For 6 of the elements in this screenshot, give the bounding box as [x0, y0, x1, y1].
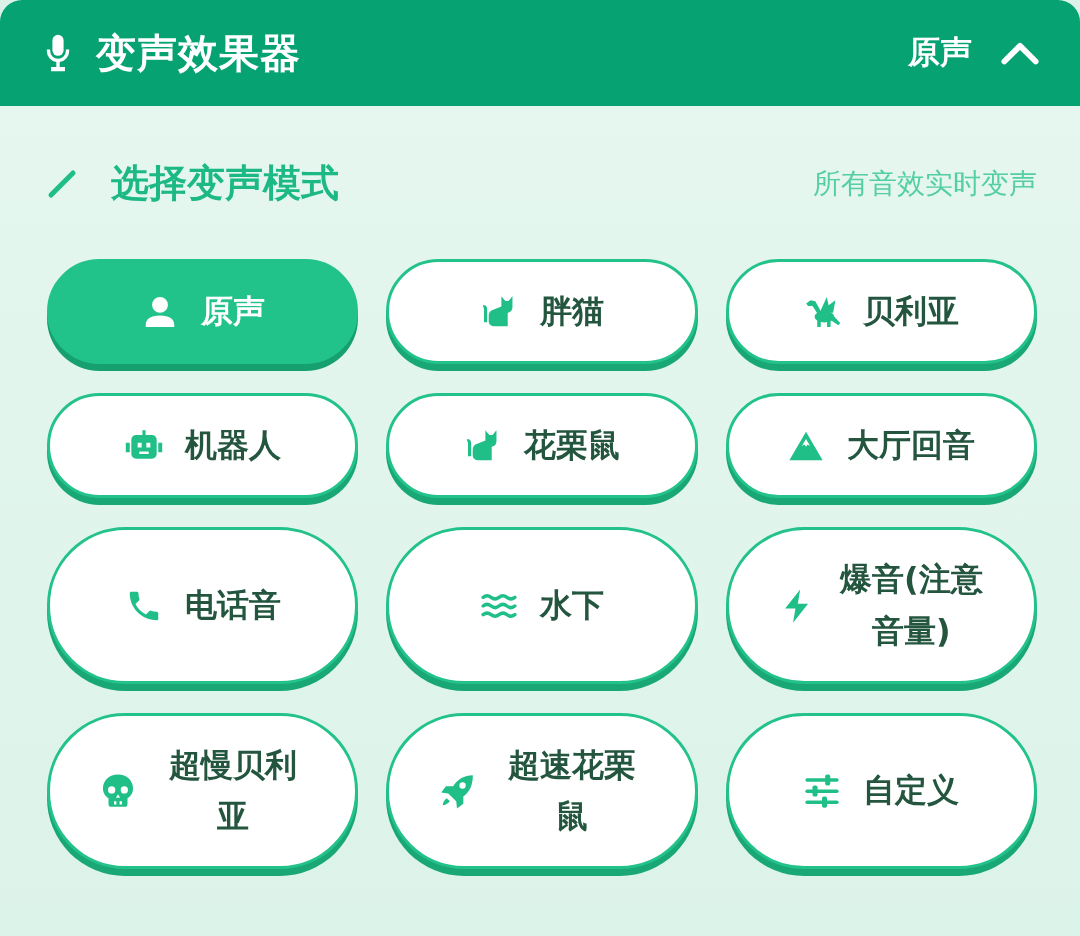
section-hint: 所有音效实时变声 [813, 165, 1037, 202]
sliders-icon [803, 771, 842, 810]
panel-title: 变声效果器 [96, 28, 301, 78]
microphone-icon [44, 33, 72, 73]
pencil-icon [47, 168, 77, 199]
section-title: 选择变声模式 [111, 160, 339, 207]
